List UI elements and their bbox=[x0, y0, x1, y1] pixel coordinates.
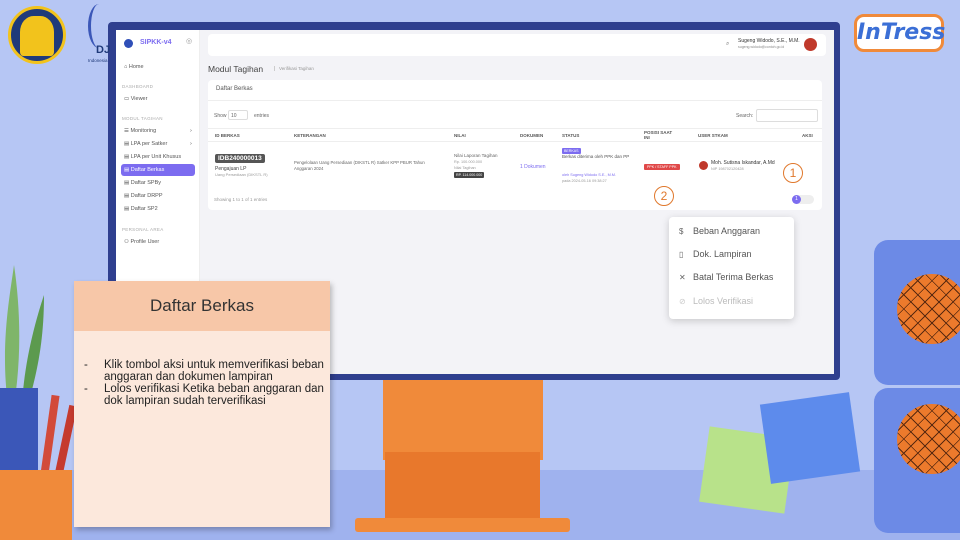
decor-ball-top bbox=[897, 274, 960, 344]
callout-1: 1 bbox=[783, 163, 803, 183]
sidebar-item-lpa-satker[interactable]: ▤ LPA per Satker › bbox=[124, 141, 192, 147]
menu-item-dok-lampiran[interactable]: ▯ Dok. Lampiran bbox=[679, 249, 752, 259]
dj-logo-sub: Indonesia bbox=[88, 58, 108, 63]
pagination-page-1[interactable]: 1 bbox=[792, 195, 801, 204]
avatar[interactable] bbox=[804, 38, 817, 51]
sidebar-item-profile[interactable]: ⚇ Profile User bbox=[124, 239, 159, 245]
card-title: Daftar Berkas bbox=[216, 86, 253, 92]
sidebar-item-daftar-spby[interactable]: ▤ Daftar SPBy bbox=[124, 180, 161, 186]
search-label: Search: bbox=[736, 113, 754, 119]
block-icon: ⊘ bbox=[679, 297, 686, 306]
page-title: Modul Tagihan bbox=[208, 64, 264, 74]
monitor-stand bbox=[383, 380, 543, 460]
topbar: ⌕ Sugeng Widodo, S.E., M.M. sugeng.widod… bbox=[208, 34, 826, 56]
dj-logo: DJ bbox=[96, 44, 111, 56]
cup bbox=[0, 470, 72, 540]
info-list: Klik tombol aksi untuk memverifikasi beb… bbox=[84, 359, 324, 407]
nilai-badge: RP. 114.000.000 bbox=[454, 172, 485, 178]
header-user-email: sugeng.widodo@contoh.go.id bbox=[738, 45, 785, 49]
menu-item-lolos-verifikasi[interactable]: ⊘ Lolos Verifikasi bbox=[679, 296, 753, 306]
table-footer-info: Showing 1 to 1 of 1 entries bbox=[214, 197, 268, 202]
status-date: pada 2024-05-16 09:38:27 bbox=[562, 179, 607, 183]
col-nilai[interactable]: NILAI bbox=[454, 133, 466, 138]
sidebar-section-personal: PERSONAL AREA bbox=[122, 227, 164, 232]
dj-logo-arc bbox=[88, 4, 110, 48]
sidebar-item-daftar-berkas[interactable]: ▤ Daftar Berkas bbox=[124, 167, 164, 173]
sticky-note-blue bbox=[759, 392, 861, 484]
entries-label: entries bbox=[254, 113, 270, 119]
status-by: oleh Sugeng Widodo S.E., M.M. bbox=[562, 173, 617, 177]
sidebar-item-lpa-unit[interactable]: ▤ LPA per Unit Khusus bbox=[124, 154, 181, 160]
dollar-icon: $ bbox=[679, 227, 684, 236]
callout-2: 2 bbox=[654, 186, 674, 206]
sidebar-section-modul: MODUL TAGIHAN bbox=[122, 116, 163, 121]
menu-item-batal-terima[interactable]: ✕ Batal Terima Berkas bbox=[679, 272, 773, 282]
show-label: Show bbox=[214, 113, 227, 119]
pencil-holder bbox=[0, 388, 38, 470]
col-user-stkam[interactable]: USER STKAM bbox=[698, 133, 728, 138]
status-text: Berkas diterima oleh PPK dan PP bbox=[562, 154, 630, 159]
dokumen-link[interactable]: 1 Dokumen bbox=[520, 164, 546, 170]
info-title: Daftar Berkas bbox=[74, 281, 330, 331]
col-status[interactable]: STATUS bbox=[562, 133, 579, 138]
berkas-sub2: Uang Persediaan (DIKSTL R) bbox=[215, 172, 268, 177]
nilai-tagihan-label: Nilai Tagihan bbox=[454, 166, 476, 170]
search-input[interactable] bbox=[756, 109, 818, 122]
breadcrumb[interactable]: Verifikasi Tagihan bbox=[274, 66, 314, 71]
app-logo-icon bbox=[124, 39, 133, 48]
app-name: SIPKK-v4 bbox=[140, 39, 172, 46]
sidebar-item-daftar-sp2[interactable]: ▤ Daftar SP2 bbox=[124, 206, 158, 212]
sidebar-item-viewer[interactable]: ▭ Viewer bbox=[124, 96, 147, 102]
col-posisi[interactable]: POSISI SAAT INI bbox=[644, 130, 674, 140]
decor-ball-bottom bbox=[897, 404, 960, 474]
user-stkam-sub: NIP 198702120428 bbox=[711, 167, 744, 171]
sidebar-item-home[interactable]: ⌂ Home bbox=[124, 64, 144, 70]
berkas-id-badge: IDB240000013 bbox=[215, 154, 265, 163]
monitor-base bbox=[355, 518, 570, 532]
sidebar-toggle-icon[interactable]: ◎ bbox=[186, 37, 192, 45]
info-panel: Daftar Berkas Klik tombol aksi untuk mem… bbox=[74, 281, 330, 527]
close-icon: ✕ bbox=[679, 273, 686, 282]
user-stkam-name: Moh. Sutisna Iskandar, A.Md bbox=[711, 160, 775, 166]
berkas-keterangan: Pengelolaan Uang Persediaan (DIKSTL R) S… bbox=[294, 160, 425, 171]
user-avatar bbox=[699, 161, 708, 170]
col-dokumen[interactable]: DOKUMEN bbox=[520, 133, 543, 138]
entries-select[interactable]: 10 bbox=[228, 110, 248, 120]
nilai-value: Rp. 100.000.000 bbox=[454, 160, 483, 164]
logo-emblem bbox=[20, 16, 54, 56]
info-point-2: Lolos verifikasi Ketika beban anggaran d… bbox=[84, 383, 324, 407]
notification-icon[interactable]: ⌕ bbox=[726, 41, 729, 48]
intress-logo: InTress bbox=[854, 14, 945, 52]
divider bbox=[208, 100, 822, 101]
posisi-badge: PPK / STAFF PPK bbox=[644, 164, 680, 170]
sidebar-item-monitoring[interactable]: ☰ Monitoring › bbox=[124, 128, 192, 134]
info-point-1: Klik tombol aksi untuk memverifikasi beb… bbox=[84, 359, 324, 383]
sidebar-item-daftar-drpp[interactable]: ▤ Daftar DRPP bbox=[124, 193, 163, 199]
header-user-name: Sugeng Widodo, S.E., M.M. bbox=[738, 38, 800, 44]
menu-item-beban-anggaran[interactable]: $ Beban Anggaran bbox=[679, 226, 760, 236]
daftar-berkas-card: Daftar Berkas Show 10 entries Search: ID… bbox=[208, 80, 822, 210]
col-aksi[interactable]: AKSI bbox=[802, 133, 813, 138]
action-menu: $ Beban Anggaran ▯ Dok. Lampiran ✕ Batal Te… bbox=[669, 217, 794, 319]
col-keterangan[interactable]: KETERANGAN bbox=[294, 133, 326, 138]
nilai-label: Nilai Laporan Tagihan bbox=[454, 153, 498, 158]
monitor-neck bbox=[385, 452, 540, 522]
col-id-berkas[interactable]: ID BERKAS bbox=[215, 133, 240, 138]
sidebar-section-dashboard: DASHBOARD bbox=[122, 84, 154, 89]
document-icon: ▯ bbox=[679, 250, 684, 259]
